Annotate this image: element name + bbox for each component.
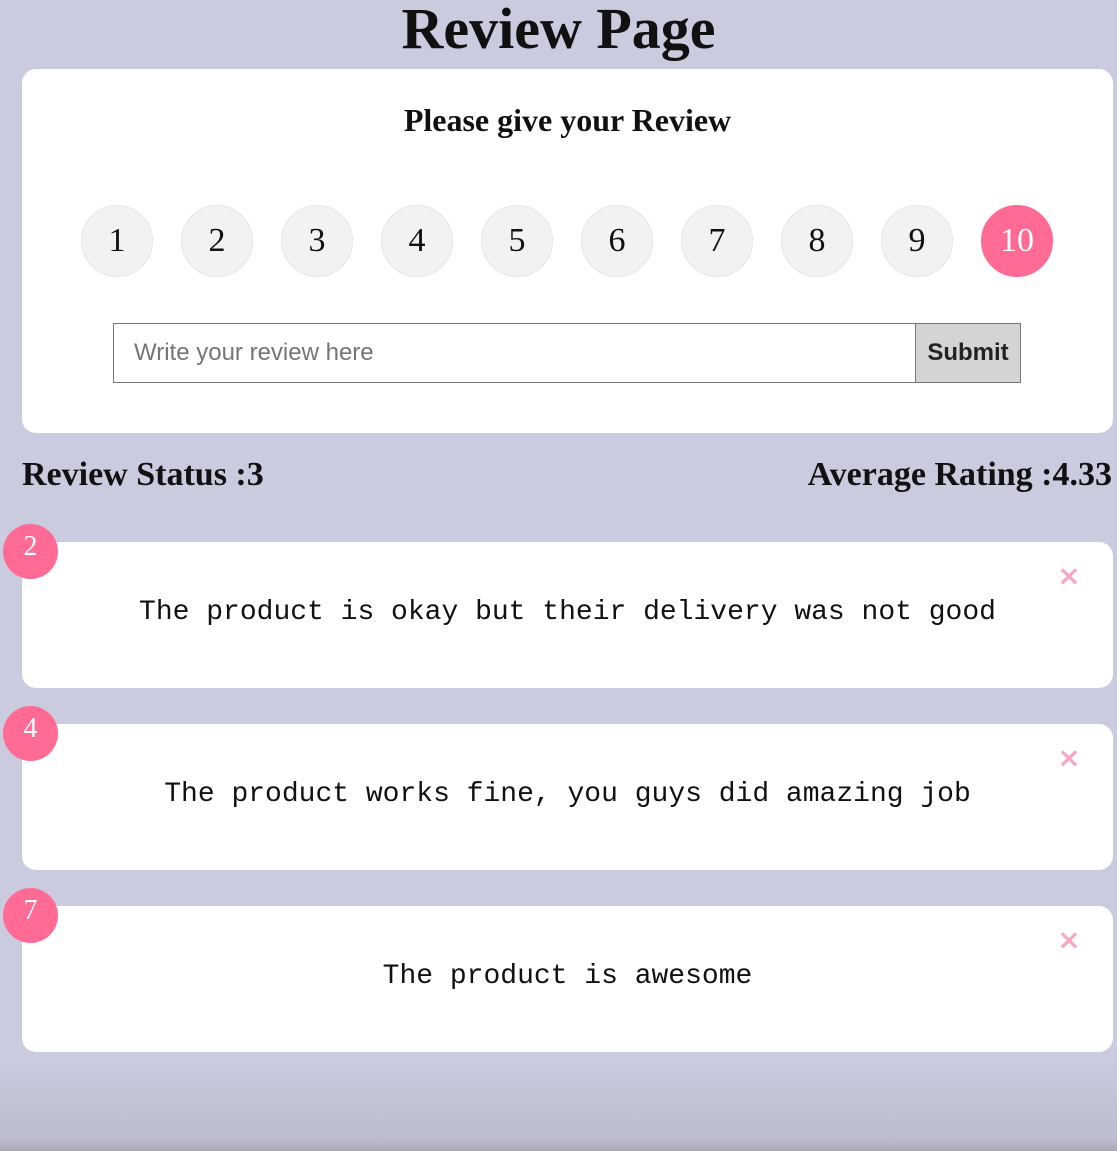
rating-option-3[interactable]: 3 [281, 205, 353, 277]
review-text: The product works fine, you guys did ama… [164, 779, 971, 810]
review-card: The product works fine, you guys did ama… [22, 724, 1113, 870]
average-rating: Average Rating :4.33 [807, 456, 1112, 493]
review-rating-badge: 4 [3, 706, 58, 761]
review-rating-badge: 7 [3, 888, 58, 943]
review-input-group: Submit [113, 323, 1021, 383]
review-text: The product is okay but their delivery w… [139, 597, 996, 628]
rating-option-1[interactable]: 1 [81, 205, 153, 277]
rating-option-9[interactable]: 9 [881, 205, 953, 277]
review-card: The product is awesome × [22, 906, 1113, 1052]
bottom-shadow [0, 1061, 1117, 1151]
review-input[interactable] [114, 324, 915, 382]
rating-option-2[interactable]: 2 [181, 205, 253, 277]
page-title: Review Page [401, 0, 716, 61]
rating-option-7[interactable]: 7 [681, 205, 753, 277]
review-form-heading: Please give your Review [403, 102, 732, 138]
review-card: The product is okay but their delivery w… [22, 542, 1113, 688]
rating-option-5[interactable]: 5 [481, 205, 553, 277]
review-text: The product is awesome [382, 961, 753, 992]
review-status: Review Status :3 [22, 456, 264, 493]
delete-review-button[interactable]: × [1057, 926, 1081, 954]
review-rating-badge: 2 [3, 524, 58, 579]
submit-button[interactable]: Submit [915, 324, 1020, 382]
rating-option-8[interactable]: 8 [781, 205, 853, 277]
delete-review-button[interactable]: × [1057, 744, 1081, 772]
delete-review-button[interactable]: × [1057, 562, 1081, 590]
rating-option-4[interactable]: 4 [381, 205, 453, 277]
rating-option-10[interactable]: 10 [981, 205, 1053, 277]
rating-option-6[interactable]: 6 [581, 205, 653, 277]
